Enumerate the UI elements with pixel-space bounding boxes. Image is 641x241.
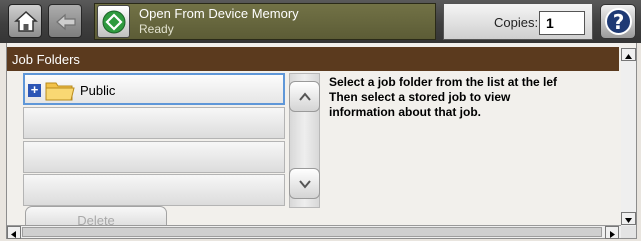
start-icon xyxy=(102,10,126,34)
window-title: Open From Device Memory xyxy=(139,6,299,21)
start-button[interactable] xyxy=(97,5,130,38)
home-button[interactable] xyxy=(8,4,42,38)
folder-icon xyxy=(45,82,75,101)
back-arrow-icon xyxy=(56,13,76,31)
folder-label: Public xyxy=(80,83,116,98)
copies-field[interactable]: 1 xyxy=(539,11,585,35)
scroll-left-arrow[interactable] xyxy=(7,226,21,239)
list-item[interactable] xyxy=(23,141,285,173)
back-button[interactable] xyxy=(48,4,82,38)
home-icon xyxy=(14,10,38,32)
title-panel: Open From Device Memory Ready xyxy=(94,3,436,40)
scrollbar-corner xyxy=(621,226,636,238)
copies-panel: Copies: 1 xyxy=(443,3,593,40)
chevron-up-icon xyxy=(299,92,311,101)
help-button[interactable]: ? xyxy=(600,4,636,39)
copies-label: Copies: xyxy=(494,15,539,30)
triangle-down-icon xyxy=(625,218,632,223)
triangle-left-icon xyxy=(11,231,16,238)
scroll-down-arrow[interactable] xyxy=(621,212,636,225)
instructions-text: Select a job folder from the list at the… xyxy=(329,75,558,119)
vertical-scrollbar[interactable] xyxy=(621,48,636,228)
status-text: Ready xyxy=(139,22,174,36)
list-item[interactable] xyxy=(23,174,285,206)
scroll-down-button[interactable] xyxy=(289,168,320,199)
scroll-right-arrow[interactable] xyxy=(605,226,619,239)
horizontal-scrollbar[interactable] xyxy=(7,225,621,239)
section-title: Job Folders xyxy=(7,47,619,71)
scroll-up-arrow[interactable] xyxy=(621,48,636,61)
triangle-right-icon xyxy=(610,231,615,238)
chevron-down-icon xyxy=(299,180,311,189)
triangle-up-icon xyxy=(625,54,632,59)
scroll-up-button[interactable] xyxy=(289,81,320,112)
expand-icon[interactable]: + xyxy=(28,83,41,97)
help-icon: ? xyxy=(605,8,632,35)
top-bar: Open From Device Memory Ready Copies: 1 … xyxy=(0,0,641,43)
folder-item-public[interactable]: + Public xyxy=(23,73,285,105)
horizontal-scroll-thumb[interactable] xyxy=(22,227,602,237)
list-item[interactable] xyxy=(23,107,285,139)
main-content: Job Folders + Public Select a job folder… xyxy=(6,43,637,239)
